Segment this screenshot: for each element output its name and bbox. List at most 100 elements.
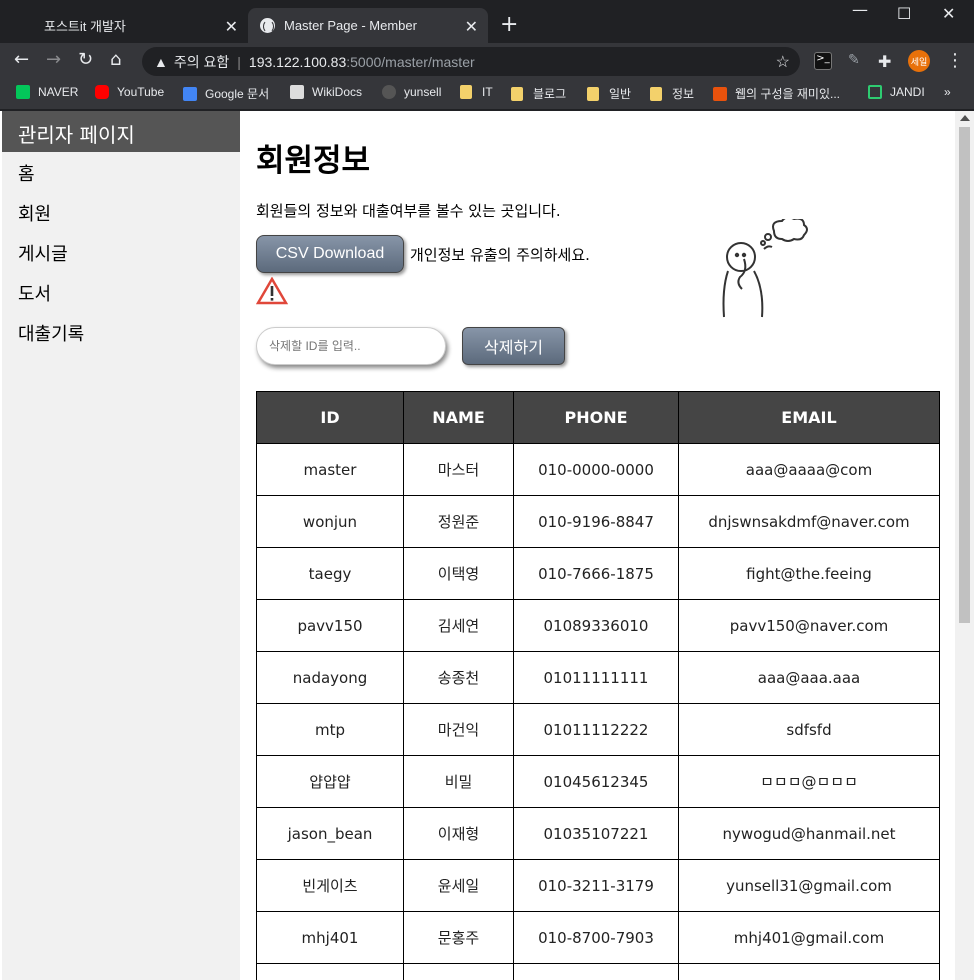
- bookmarks-bar: NAVER YouTube Google 문서 WikiDocs yunsell…: [0, 79, 974, 109]
- tab-title: Master Page - Member: [284, 18, 417, 33]
- globe-icon: [260, 18, 275, 33]
- menu-icon[interactable]: ⋮: [946, 50, 964, 71]
- minimize-icon[interactable]: —: [852, 0, 868, 19]
- cell-email: [678, 963, 940, 980]
- window-close-icon[interactable]: ✕: [942, 4, 955, 23]
- cell-phone: 01045612345: [513, 755, 679, 808]
- address-bar[interactable]: ▲ 주의 요함 | 193.122.100.83:5000/master/mas…: [142, 47, 800, 76]
- sidebar-item-home[interactable]: 홈: [2, 152, 240, 192]
- tab-postit[interactable]: 포스트it 개발자 ✕: [0, 8, 248, 43]
- warning-triangle-icon: [255, 276, 940, 309]
- bookmark-info[interactable]: 정보: [650, 85, 694, 102]
- tab-master-page[interactable]: Master Page - Member ✕: [248, 8, 488, 43]
- reload-icon[interactable]: ↻: [78, 49, 93, 70]
- extensions-puzzle-icon[interactable]: ✚: [878, 52, 896, 71]
- cell-id: mhj401: [256, 911, 404, 964]
- url-host: 193.122.100.83: [248, 53, 347, 70]
- table-row: 얍얍얍 비밀 01045612345 ㅁㅁㅁ@ㅁㅁㅁ: [256, 755, 940, 808]
- page-title: 회원정보: [256, 143, 371, 179]
- sidebar-item-posts[interactable]: 게시글: [2, 232, 240, 272]
- cell-name: [403, 963, 514, 980]
- home-icon[interactable]: ⌂: [110, 49, 121, 70]
- cell-name: 윤세일: [403, 859, 514, 912]
- bookmark-youtube[interactable]: YouTube: [95, 85, 164, 99]
- github-icon: [382, 85, 396, 99]
- page: 관리자 페이지 홈 회원 게시글 도서 대출기록 회원정보 회원들의 정보와 대…: [0, 111, 974, 980]
- cell-phone: 010-3211-3179: [513, 859, 679, 912]
- bookmark-label: NAVER: [38, 85, 79, 99]
- bookmark-blog[interactable]: 블로그: [511, 85, 566, 102]
- cell-name: 마건익: [403, 703, 514, 756]
- bookmark-label: YouTube: [117, 85, 165, 99]
- cell-id: 빈게이츠: [256, 859, 404, 912]
- bookmark-general[interactable]: 일반: [587, 85, 631, 102]
- bookmark-web[interactable]: 웹의 구성을 재미있...: [713, 85, 840, 102]
- bookmark-jandi[interactable]: JANDI: [868, 85, 925, 99]
- member-table: ID NAME PHONE EMAIL master 마스터 010-0000-00…: [256, 391, 940, 980]
- sidebar-item-members[interactable]: 회원: [2, 192, 240, 232]
- scroll-up-icon[interactable]: [960, 115, 970, 121]
- terminal-extension-icon[interactable]: >_: [814, 52, 832, 70]
- bookmark-it[interactable]: IT: [460, 85, 493, 99]
- table-row: mtp 마건익 01011112222 sdfsfd: [256, 703, 940, 756]
- cell-phone: [513, 963, 679, 980]
- close-icon[interactable]: ✕: [225, 17, 238, 37]
- cell-id: taegy: [256, 547, 404, 600]
- new-tab-icon[interactable]: +: [500, 14, 518, 36]
- forward-icon[interactable]: →: [46, 49, 61, 70]
- cell-id: master: [256, 443, 404, 496]
- cell-phone: 010-9196-8847: [513, 495, 679, 548]
- cell-name: 마스터: [403, 443, 514, 496]
- bookmark-google-docs[interactable]: Google 문서: [183, 85, 269, 102]
- table-row: pavv150 김세연 01089336010 pavv150@naver.com: [256, 599, 940, 652]
- cell-phone: 01035107221: [513, 807, 679, 860]
- table-row: taegy 이택영 010-7666-1875 fight@the.feeing: [256, 547, 940, 600]
- url-path: :5000/master/master: [346, 53, 475, 70]
- security-label[interactable]: 주의 요함: [174, 52, 229, 72]
- col-header-id: ID: [256, 391, 404, 444]
- bookmark-naver[interactable]: NAVER: [16, 85, 78, 99]
- maximize-icon[interactable]: ☐: [897, 4, 911, 23]
- jandi-icon: [868, 85, 882, 99]
- cell-name: 비밀: [403, 755, 514, 808]
- folder-icon: [587, 86, 599, 101]
- cell-id: pavv150: [256, 599, 404, 652]
- cell-email: sdfsfd: [678, 703, 940, 756]
- cell-id: [256, 963, 404, 980]
- close-icon[interactable]: ✕: [465, 17, 478, 37]
- back-icon[interactable]: ←: [14, 49, 29, 70]
- cell-email: fight@the.feeing: [678, 547, 940, 600]
- delete-id-input[interactable]: [256, 327, 446, 365]
- more-bookmarks-icon[interactable]: »: [944, 85, 951, 99]
- cell-id: nadayong: [256, 651, 404, 704]
- table-row: master 마스터 010-0000-0000 aaa@aaaa@com: [256, 443, 940, 496]
- bookmark-wikidocs[interactable]: WikiDocs: [290, 85, 362, 99]
- folder-icon: [650, 86, 662, 101]
- bookmark-yunsell[interactable]: yunsell: [382, 85, 441, 99]
- bookmark-star-icon[interactable]: ☆: [776, 52, 790, 72]
- sidebar-title[interactable]: 관리자 페이지: [2, 111, 240, 152]
- google-docs-icon: [183, 86, 197, 101]
- cell-id: jason_bean: [256, 807, 404, 860]
- csv-download-button[interactable]: CSV Download: [256, 235, 404, 273]
- thinking-person-icon: [716, 216, 816, 323]
- cell-phone: 01011112222: [513, 703, 679, 756]
- scrollbar-thumb[interactable]: [959, 127, 970, 623]
- delete-button[interactable]: 삭제하기: [462, 327, 565, 365]
- pen-extension-icon[interactable]: ✎: [848, 52, 866, 70]
- bookmark-label: yunsell: [404, 85, 442, 99]
- sidebar-item-books[interactable]: 도서: [2, 272, 240, 312]
- profile-avatar[interactable]: 세일: [908, 50, 930, 72]
- col-header-phone: PHONE: [513, 391, 679, 444]
- profile-label: 세일: [910, 57, 928, 68]
- sidebar-item-loans[interactable]: 대출기록: [2, 312, 240, 352]
- cell-name: 문홍주: [403, 911, 514, 964]
- bookmark-label: 일반: [609, 87, 632, 101]
- col-header-email: EMAIL: [678, 391, 940, 444]
- warning-icon[interactable]: ▲: [154, 54, 168, 70]
- privacy-warning: 개인정보 유출의 주의하세요.: [410, 245, 590, 264]
- delete-row: 삭제하기: [256, 327, 940, 365]
- bookmark-label: Google 문서: [205, 87, 270, 101]
- bookmark-label: 블로그: [533, 87, 567, 101]
- cell-email: pavv150@naver.com: [678, 599, 940, 652]
